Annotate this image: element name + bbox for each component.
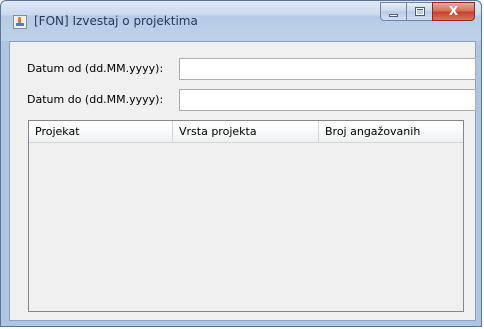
window-controls: X — [380, 2, 475, 21]
java-app-icon[interactable] — [13, 15, 27, 29]
minimize-icon — [389, 14, 398, 17]
maximize-button[interactable] — [406, 2, 432, 21]
maximize-icon — [415, 7, 425, 16]
column-header-vrsta-projekta[interactable]: Vrsta projekta — [173, 121, 319, 142]
projects-table[interactable]: Projekat Vrsta projekta Broj angažovanih — [28, 120, 464, 312]
window-title: [FON] Izvestaj o projektima — [34, 14, 198, 28]
minimize-button[interactable] — [380, 2, 406, 21]
title-bar[interactable]: [FON] Izvestaj o projektima X — [1, 1, 481, 41]
close-icon: X — [448, 4, 459, 18]
date-from-input[interactable] — [179, 58, 476, 80]
date-to-input[interactable] — [179, 89, 476, 111]
content-panel: Datum od (dd.MM.yyyy): Datum do (dd.MM.y… — [9, 41, 476, 321]
date-from-label: Datum od (dd.MM.yyyy): — [27, 62, 164, 75]
column-header-broj-angazovanih[interactable]: Broj angažovanih — [319, 121, 463, 142]
close-button[interactable]: X — [432, 2, 475, 21]
report-window: [FON] Izvestaj o projektima X Datum od (… — [0, 0, 482, 327]
column-header-projekat[interactable]: Projekat — [29, 121, 173, 142]
table-header: Projekat Vrsta projekta Broj angažovanih — [29, 121, 463, 143]
date-to-label: Datum do (dd.MM.yyyy): — [27, 93, 164, 106]
